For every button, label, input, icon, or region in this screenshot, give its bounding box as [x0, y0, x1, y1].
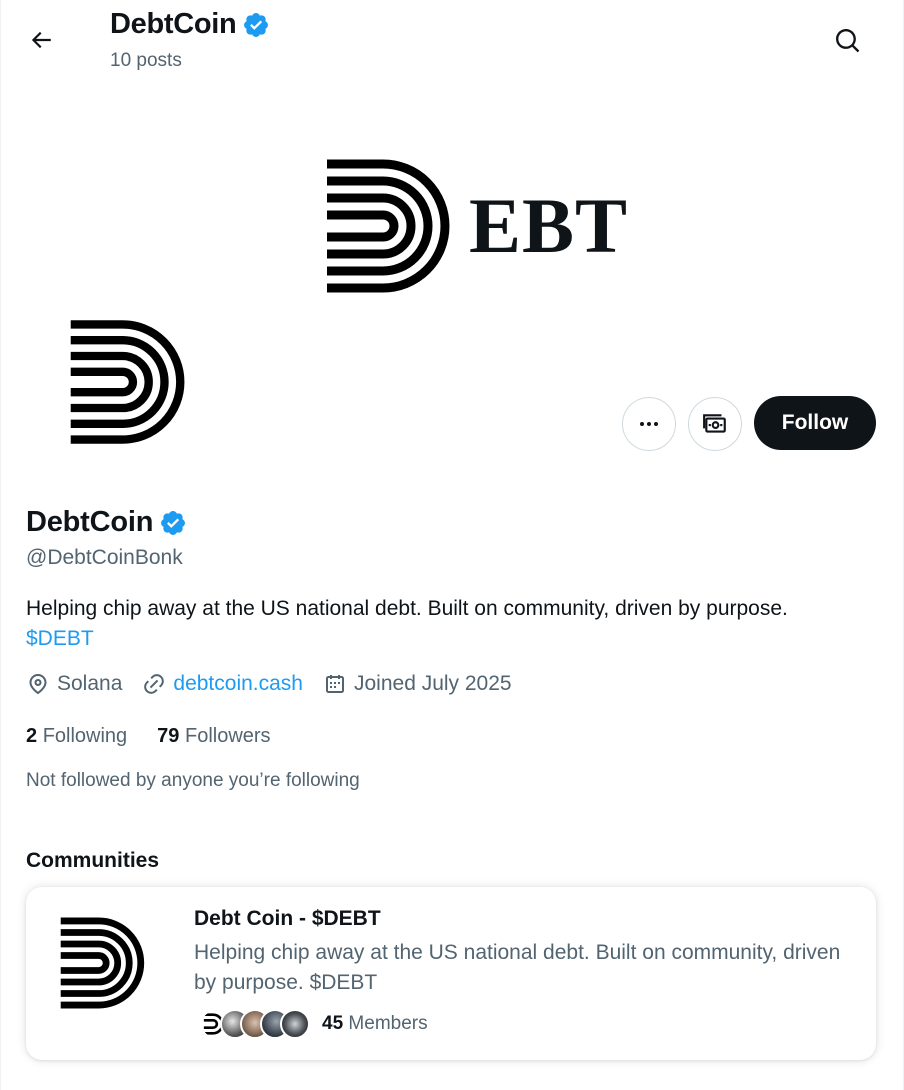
community-logo [58, 913, 153, 1018]
member-count: 45 Members [322, 1013, 428, 1035]
following-stat[interactable]: 2 Following [26, 725, 127, 748]
debt-d-avatar-icon [70, 320, 185, 444]
member-count-number: 45 [322, 1013, 344, 1034]
header-title: DebtCoin [110, 8, 270, 41]
more-options-button[interactable] [622, 397, 676, 451]
following-label: Following [42, 725, 128, 747]
member-count-label: Members [348, 1013, 428, 1034]
joined-item: Joined July 2025 [323, 672, 512, 696]
not-followed-note: Not followed by anyone you’re following [26, 770, 360, 791]
profile-name: DebtCoin [26, 506, 154, 538]
community-name[interactable]: Debt Coin - $DEBT [194, 907, 381, 931]
follow-button[interactable]: Follow [754, 396, 876, 450]
profile-bio: Helping chip away at the US national deb… [26, 594, 886, 654]
post-count: 10 posts [110, 50, 182, 71]
location-pin-icon [29, 674, 47, 695]
followers-stat[interactable]: 79 Followers [157, 725, 270, 748]
search-button[interactable] [827, 20, 869, 62]
profile-column: DebtCoin 10 posts EBT Follow DebtCoin @D… [0, 0, 904, 1090]
ellipsis-icon [640, 422, 658, 426]
header-name: DebtCoin [110, 8, 237, 40]
community-description: Helping chip away at the US national deb… [194, 941, 841, 994]
communities-heading: Communities [26, 849, 160, 872]
debt-d-community-icon [60, 917, 145, 1009]
community-members: 45 Members [200, 1009, 428, 1039]
back-button[interactable] [21, 20, 61, 60]
joined-text: Joined July 2025 [353, 672, 512, 695]
followers-count: 79 [157, 725, 180, 747]
tip-button[interactable] [688, 397, 742, 451]
profile-avatar[interactable] [27, 292, 237, 472]
followers-label: Followers [184, 725, 271, 747]
link-icon [144, 674, 165, 694]
profile-meta: Solana debtcoin.cash Joined July 2025 [26, 672, 532, 696]
location-text: Solana [57, 672, 123, 695]
search-icon [836, 29, 860, 53]
debt-d-logo-icon [327, 159, 450, 293]
verified-badge-icon[interactable] [159, 509, 187, 537]
profile-name-row: DebtCoin [26, 506, 187, 539]
bio-text: Helping chip away at the US national deb… [26, 597, 788, 620]
bio-cashtag-link[interactable]: $DEBT [26, 624, 886, 654]
community-card[interactable]: Debt Coin - $DEBT Helping chip away at t… [26, 887, 876, 1060]
location-item: Solana [26, 672, 122, 696]
profile-handle: @DebtCoinBonk [26, 546, 183, 569]
website-item[interactable]: debtcoin.cash [142, 672, 303, 696]
back-arrow-icon [31, 31, 51, 49]
following-count: 2 [26, 725, 38, 747]
website-link[interactable]: debtcoin.cash [173, 672, 303, 696]
banner-logo-text: EBT [469, 182, 629, 269]
money-icon [703, 414, 726, 433]
banner-logo: EBT [323, 156, 628, 296]
follow-stats: 2 Following 79 Followers [26, 725, 301, 748]
member-avatar [280, 1009, 310, 1039]
calendar-icon [325, 675, 344, 693]
verified-badge-icon [244, 12, 269, 37]
